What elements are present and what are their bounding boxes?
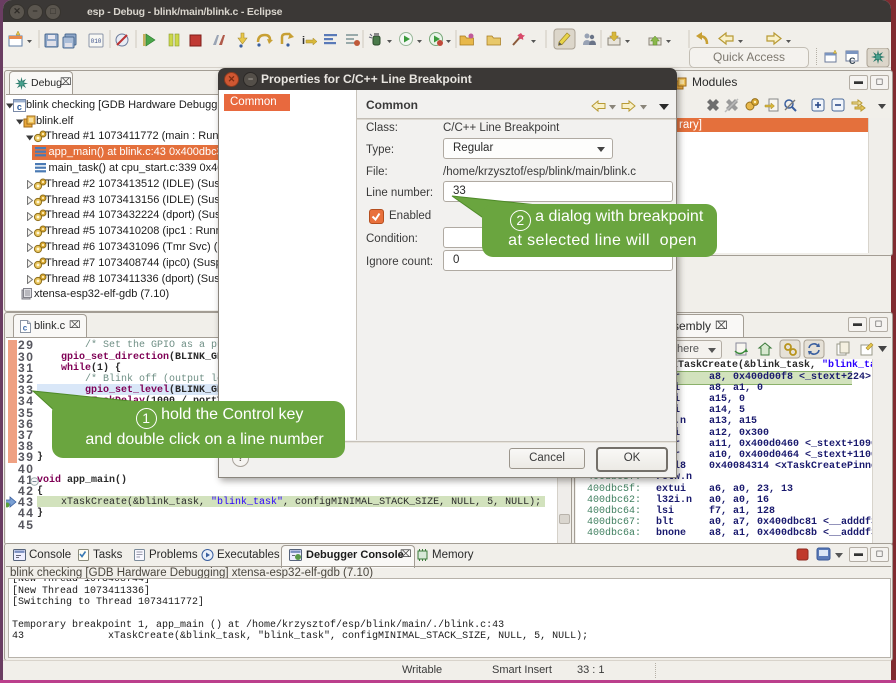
svg-text:010: 010 — [91, 38, 102, 45]
svg-text:C: C — [849, 56, 856, 66]
svg-text:c: c — [23, 325, 28, 334]
svg-text:c: c — [17, 103, 22, 112]
